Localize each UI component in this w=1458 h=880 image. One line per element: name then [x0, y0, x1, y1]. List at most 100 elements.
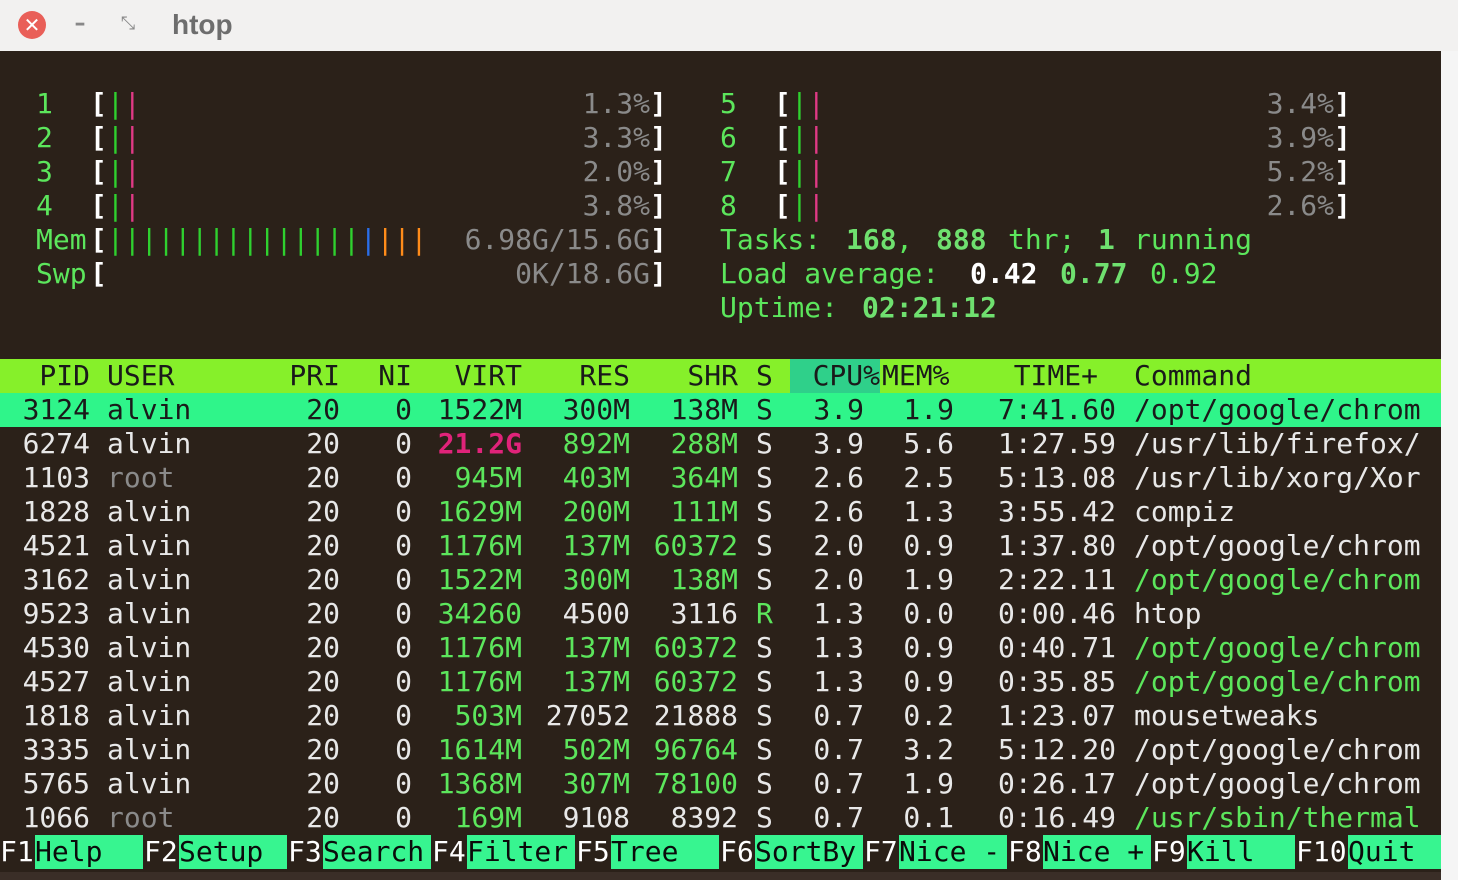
process-row[interactable]: 3162 alvin 20 0 1522M 300M 138M S 2.0 1.… [0, 563, 1441, 597]
process-command: /usr/lib/xorg/Xor [1134, 461, 1421, 494]
column-header-virt[interactable]: VIRT [420, 359, 522, 393]
cpu-1-bracket-close: ] [650, 87, 667, 120]
maximize-icon[interactable]: ⤡ [115, 9, 141, 39]
fkey-tree-button[interactable]: Tree [611, 835, 719, 869]
process-time: 1:27.59 [997, 427, 1116, 460]
column-header-shr[interactable]: SHR [640, 359, 738, 393]
column-header-pid[interactable]: PID [0, 359, 90, 393]
process-pri: 20 [306, 495, 340, 528]
process-time: 0:26.17 [997, 767, 1116, 800]
cpu-7-number: 7 [720, 155, 737, 188]
tasks-count: 168 [846, 223, 897, 256]
process-pri: 20 [306, 529, 340, 562]
process-command: compiz [1134, 495, 1236, 528]
process-time: 0:00.46 [997, 597, 1116, 630]
fkey-search-button[interactable]: Search [323, 835, 431, 869]
process-row[interactable]: 1828 alvin 20 0 1629M 200M 111M S 2.6 1.… [0, 495, 1441, 529]
process-pri: 20 [306, 733, 340, 766]
tasks-threads: 888 [936, 223, 987, 256]
terminal-area[interactable]: 1 [ || 1.3% ] 5 [ || 3.4% ] 2 [ || 3.3% … [0, 51, 1441, 872]
process-row[interactable]: 3335 alvin 20 0 1614M 502M 96764 S 0.7 3… [0, 733, 1441, 767]
process-shr: 288M [670, 427, 738, 460]
process-cpu: 1.3 [813, 665, 864, 698]
memory-value: 6.98G/15.6G [464, 223, 650, 256]
process-time: 2:22.11 [997, 563, 1116, 596]
fkey-f2-key: F2 [144, 835, 178, 868]
process-pid: 5765 [22, 767, 90, 800]
process-user: alvin [107, 495, 192, 528]
uptime-row: Uptime: 02:21:12 [0, 291, 1441, 325]
process-command: mousetweaks [1134, 699, 1320, 732]
fkey-kill-button[interactable]: Kill [1187, 835, 1295, 869]
fkey-f10-key: F10 [1296, 835, 1347, 868]
process-row[interactable]: 9523 alvin 20 0 34260 4500 3116 R 1.3 0.… [0, 597, 1441, 631]
cpu-8-bracket-open: [ [774, 189, 791, 222]
process-time: 0:40.71 [997, 631, 1116, 664]
process-pid: 4530 [22, 631, 90, 664]
window-title: htop [172, 9, 233, 40]
process-mem: 1.9 [903, 767, 954, 800]
cpu-7-bar: || [791, 155, 825, 188]
fkey-help-button[interactable]: Help [35, 835, 143, 869]
minimize-icon[interactable]: – [68, 9, 92, 39]
column-header-pri[interactable]: PRI [260, 359, 340, 393]
fkey-filter-button[interactable]: Filter [467, 835, 575, 869]
process-shr: 138M [670, 563, 738, 596]
process-row[interactable]: 4527 alvin 20 0 1176M 137M 60372 S 1.3 0… [0, 665, 1441, 699]
process-mem: 0.2 [903, 699, 954, 732]
close-icon[interactable]: ✕ [18, 11, 46, 39]
column-header-command[interactable]: Command [1134, 359, 1252, 393]
column-header-mem[interactable]: MEM% [882, 359, 949, 393]
process-command: /opt/google/chrom [1134, 631, 1421, 664]
process-row[interactable]: 1066 root 20 0 169M 9108 8392 S 0.7 0.1 … [0, 801, 1441, 835]
fkey-quit-button[interactable]: Quit [1348, 835, 1441, 869]
memory-bar: ||||||||||||||||||| [107, 223, 428, 256]
window-scrollbar[interactable] [1441, 51, 1458, 880]
process-user: alvin [107, 665, 192, 698]
fkey-sortby-button[interactable]: SortBy [755, 835, 863, 869]
process-ni: 0 [395, 733, 412, 766]
process-row[interactable]: 3124 alvin 20 0 1522M 300M 138M S 3.9 1.… [0, 393, 1441, 427]
fkey-f6-key: F6 [720, 835, 754, 868]
process-mem: 0.9 [903, 665, 954, 698]
process-time: 7:41.60 [997, 393, 1116, 426]
process-res: 4500 [562, 597, 630, 630]
process-ni: 0 [395, 801, 412, 834]
process-row[interactable]: 4521 alvin 20 0 1176M 137M 60372 S 2.0 0… [0, 529, 1441, 563]
process-row[interactable]: 1818 alvin 20 0 503M 27052 21888 S 0.7 0… [0, 699, 1441, 733]
column-header-user[interactable]: USER [107, 359, 174, 393]
tasks-label: Tasks: [720, 223, 822, 256]
function-key-bar: F1 Help F2 Setup F3 Search F4 Filter F5 … [0, 835, 1441, 869]
process-res: 892M [562, 427, 630, 460]
cpu-7-bracket-close: ] [1334, 155, 1351, 188]
process-virt: 1176M [437, 631, 522, 664]
process-row[interactable]: 4530 alvin 20 0 1176M 137M 60372 S 1.3 0… [0, 631, 1441, 665]
process-cpu: 2.6 [813, 461, 864, 494]
process-state: S [756, 631, 773, 664]
process-pid: 9523 [22, 597, 90, 630]
process-row[interactable]: 5765 alvin 20 0 1368M 307M 78100 S 0.7 1… [0, 767, 1441, 801]
process-row[interactable]: 1103 root 20 0 945M 403M 364M S 2.6 2.5 … [0, 461, 1441, 495]
process-shr: 138M [670, 393, 738, 426]
fkey-f3-key: F3 [288, 835, 322, 868]
process-time: 3:55.42 [997, 495, 1116, 528]
column-header-res[interactable]: RES [530, 359, 630, 393]
fkey-nice-minus-button[interactable]: Nice - [899, 835, 1007, 869]
column-header-ni[interactable]: NI [350, 359, 412, 393]
fkey-nice-plus-button[interactable]: Nice + [1043, 835, 1151, 869]
process-pid: 1066 [22, 801, 90, 834]
cpu-meter-row: 1 [ || 1.3% ] 5 [ || 3.4% ] [0, 87, 1441, 121]
fkey-setup-button[interactable]: Setup [179, 835, 287, 869]
process-virt: 1522M [437, 563, 522, 596]
process-time: 1:23.07 [997, 699, 1116, 732]
column-header-cpu[interactable]: CPU% [790, 359, 880, 393]
process-virt: 1176M [437, 665, 522, 698]
process-pid: 1828 [22, 495, 90, 528]
process-row[interactable]: 6274 alvin 20 0 21.2G 892M 288M S 3.9 5.… [0, 427, 1441, 461]
process-pid: 4527 [22, 665, 90, 698]
process-ni: 0 [395, 427, 412, 460]
column-header-time[interactable]: TIME+ [980, 359, 1098, 393]
process-user: alvin [107, 427, 192, 460]
column-header-s[interactable]: S [756, 359, 773, 393]
process-res: 9108 [562, 801, 630, 834]
